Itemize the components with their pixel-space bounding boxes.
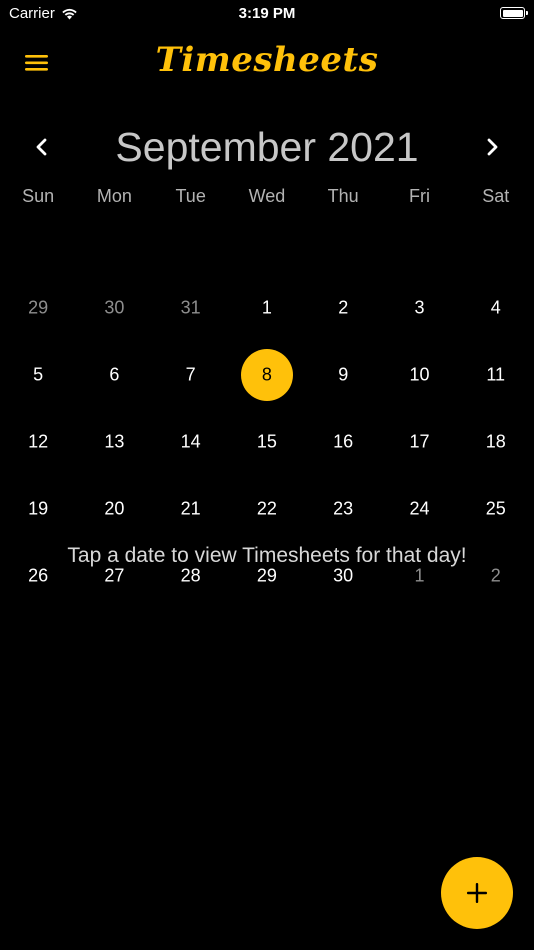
day-number: 31 (180, 297, 201, 317)
day-number: 14 (180, 431, 201, 451)
day-number: 26 (28, 565, 49, 585)
calendar-day[interactable]: 13 (76, 408, 152, 475)
calendar-day[interactable]: 24 (381, 475, 457, 542)
calendar-week: 5 6 7 8 9 10 11 (0, 341, 534, 408)
calendar-day[interactable]: 21 (153, 475, 229, 542)
calendar-day[interactable]: 16 (305, 408, 381, 475)
calendar-day[interactable]: 18 (458, 408, 534, 475)
day-number: 10 (409, 364, 430, 384)
calendar-week: 29 30 31 1 2 3 4 (0, 274, 534, 341)
weekday-label: Wed (248, 186, 286, 206)
calendar-day[interactable]: 6 (76, 341, 152, 408)
calendar-day[interactable]: 15 (229, 408, 305, 475)
day-number: 12 (28, 431, 49, 451)
day-number: 4 (490, 297, 501, 317)
weekday-label: Tue (175, 186, 206, 206)
day-number: 23 (333, 498, 354, 518)
day-number: 6 (109, 364, 120, 384)
day-number: 30 (333, 565, 354, 585)
app-title: Timesheets (155, 40, 379, 80)
weekday-label: Sat (482, 186, 510, 206)
day-number: 7 (185, 364, 196, 384)
month-navigation: September 2021 (0, 120, 534, 176)
chevron-right-icon (487, 138, 498, 156)
day-number: 29 (256, 565, 277, 585)
calendar-week: 19 20 21 22 23 24 25 (0, 475, 534, 542)
day-number: 11 (486, 364, 506, 384)
calendar-day[interactable]: 4 (458, 274, 534, 341)
weekday-label: Fri (408, 186, 430, 206)
weekday-label: Mon (96, 186, 132, 206)
calendar-day[interactable]: 11 (458, 341, 534, 408)
calendar-week: 12 13 14 15 16 17 18 (0, 408, 534, 475)
calendar-day[interactable]: 9 (305, 341, 381, 408)
day-number: 2 (338, 297, 349, 317)
day-number: 1 (414, 565, 425, 585)
calendar-day[interactable]: 12 (0, 408, 76, 475)
day-number: 2 (490, 565, 501, 585)
day-number: 25 (485, 498, 506, 518)
calendar-day[interactable]: 17 (381, 408, 457, 475)
calendar-day[interactable]: 7 (153, 341, 229, 408)
day-number: 9 (338, 364, 349, 384)
plus-icon (467, 883, 487, 903)
calendar-day[interactable]: 2 (305, 274, 381, 341)
next-month-button[interactable] (477, 132, 507, 162)
calendar-day[interactable]: 10 (381, 341, 457, 408)
status-bar: Carrier 3:19 PM (0, 0, 534, 28)
month-title: September 2021 (115, 124, 419, 170)
day-number: 24 (409, 498, 430, 518)
weekday-header: Sun Mon Tue Wed Thu Fri Sat (0, 186, 534, 207)
day-number: 5 (33, 364, 44, 384)
day-number: 30 (104, 297, 125, 317)
calendar-day[interactable]: 14 (153, 408, 229, 475)
weekday-label: Thu (327, 186, 359, 206)
calendar-day[interactable]: 25 (458, 475, 534, 542)
day-number: 17 (409, 431, 430, 451)
day-number: 22 (256, 498, 277, 518)
calendar-day[interactable]: 1 (229, 274, 305, 341)
day-number: 28 (180, 565, 201, 585)
day-number: 20 (104, 498, 125, 518)
day-number: 19 (28, 498, 49, 518)
calendar-day-selected[interactable]: 8 (229, 341, 305, 408)
day-number: 21 (180, 498, 201, 518)
calendar-day[interactable]: 5 (0, 341, 76, 408)
weekday-label: Sun (22, 186, 55, 206)
calendar-day[interactable]: 20 (76, 475, 152, 542)
calendar-day[interactable]: 23 (305, 475, 381, 542)
day-number: 8 (261, 364, 272, 384)
calendar-day[interactable]: 31 (153, 274, 229, 341)
day-number: 27 (104, 565, 125, 585)
calendar-day[interactable]: 29 (0, 274, 76, 341)
day-number: 16 (333, 431, 354, 451)
day-number: 15 (256, 431, 277, 451)
day-number: 18 (485, 431, 506, 451)
calendar-day[interactable]: 19 (0, 475, 76, 542)
calendar-day[interactable]: 22 (229, 475, 305, 542)
app-header: Timesheets (0, 36, 534, 88)
add-timesheet-button[interactable] (441, 857, 513, 929)
battery-icon (500, 7, 528, 19)
day-number: 1 (261, 297, 272, 317)
day-number: 3 (414, 297, 425, 317)
day-number: 13 (104, 431, 125, 451)
status-time: 3:19 PM (238, 5, 296, 22)
day-number: 29 (28, 297, 49, 317)
calendar-day[interactable]: 30 (76, 274, 152, 341)
calendar-day[interactable]: 3 (381, 274, 457, 341)
